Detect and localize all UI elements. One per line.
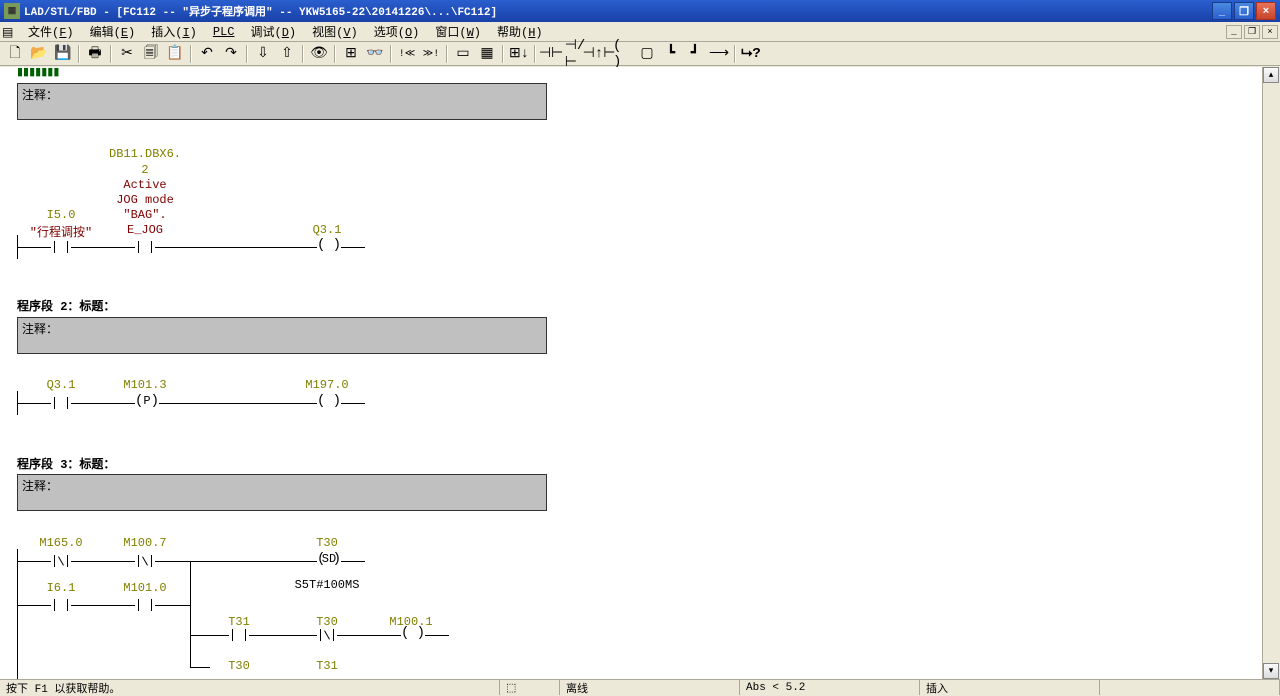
help-pointer-icon[interactable]: ⮡? — [740, 44, 762, 64]
contact-no[interactable] — [135, 239, 155, 255]
network-3-title: 程序段 3：标题： — [17, 455, 115, 472]
addr: "BAG". — [123, 208, 166, 222]
close-button[interactable]: × — [1256, 2, 1276, 20]
branch-close-icon[interactable]: ┛ — [684, 44, 706, 64]
menu-edit[interactable]: 编辑(E) — [82, 21, 144, 42]
addr: 2 — [141, 163, 148, 177]
box-icon[interactable]: ▢ — [636, 44, 658, 64]
insert-network-icon[interactable]: ⊞↓ — [508, 44, 530, 64]
coil[interactable] — [317, 395, 341, 411]
goto2-icon[interactable]: ≫! — [420, 44, 442, 64]
addr: E_JOG — [127, 223, 163, 237]
new-icon[interactable]: 🗋 — [4, 44, 26, 64]
menu-sys-icon[interactable]: ▤ — [2, 25, 16, 39]
status-abs: Abs < 5.2 — [740, 680, 920, 695]
menu-debug[interactable]: 调试(D) — [242, 21, 304, 42]
print-icon[interactable]: 🖶 — [84, 44, 106, 64]
contact-nc[interactable] — [317, 627, 337, 643]
lad-view-icon[interactable]: ▭ — [452, 44, 474, 64]
menubar: ▤ 文件(F) 编辑(E) 插入(I) PLC 调试(D) 视图(V) 选项(O… — [0, 22, 1280, 42]
mdi-minimize[interactable]: _ — [1226, 25, 1242, 39]
vertical-scrollbar[interactable]: ▴ ▾ — [1262, 67, 1280, 679]
cut-icon[interactable]: ✂ — [116, 44, 138, 64]
redo-icon[interactable]: ↷ — [220, 44, 242, 64]
addr: DB11.DBX6. — [109, 147, 181, 161]
menu-plc[interactable]: PLC — [205, 23, 243, 41]
connect-icon[interactable]: ⟶ — [708, 44, 730, 64]
scroll-down-icon[interactable]: ▾ — [1263, 663, 1279, 679]
addr: M101.3 — [123, 378, 166, 392]
network-2-title: 程序段 2：标题： — [17, 297, 115, 314]
monitor-icon[interactable]: 👁 — [308, 44, 330, 64]
coil-icon[interactable]: ( ) — [612, 44, 634, 64]
scroll-up-icon[interactable]: ▴ — [1263, 67, 1279, 83]
contact-nc[interactable] — [51, 553, 71, 569]
contact-no-icon[interactable]: ⊣⊢ — [540, 44, 562, 64]
menu-insert[interactable]: 插入(I) — [143, 21, 205, 42]
open-icon[interactable]: 📂 — [28, 44, 50, 64]
contact-no[interactable] — [135, 597, 155, 613]
toolbar: 🗋 📂 💾 🖶 ✂ 🗐 📋 ↶ ↷ ⇩ ⇧ 👁 ⊞ 👓 !≪ ≫! ▭ ▦ ⊞↓… — [0, 42, 1280, 66]
app-icon: ▦ — [4, 3, 20, 19]
coil-p[interactable]: P — [135, 395, 159, 411]
addr: T30 — [316, 536, 338, 550]
contact-p-icon[interactable]: ⊣↑⊢ — [588, 44, 610, 64]
copy-icon[interactable]: 🗐 — [140, 44, 162, 64]
addr: T31 — [316, 659, 338, 673]
goto-icon[interactable]: !≪ — [396, 44, 418, 64]
addr: T30 — [228, 659, 250, 673]
addr: M197.0 — [305, 378, 348, 392]
status-empty1: ⬚ — [500, 680, 560, 695]
save-icon[interactable]: 💾 — [52, 44, 74, 64]
status-offline: 离线 — [560, 680, 740, 695]
contact-no[interactable] — [51, 395, 71, 411]
glasses-icon[interactable]: 👓 — [364, 44, 386, 64]
status-empty2 — [1100, 680, 1280, 695]
paste-icon[interactable]: 📋 — [164, 44, 186, 64]
maximize-button[interactable]: ❐ — [1234, 2, 1254, 20]
partial-net1-title: ▮▮▮▮▮▮▮ — [17, 67, 59, 79]
menu-file[interactable]: 文件(F) — [20, 21, 82, 42]
addr: M101.0 — [123, 581, 166, 595]
editor-canvas[interactable]: ▮▮▮▮▮▮▮ 注释： DB11.DBX6. 2 Active JOG mode… — [0, 67, 1262, 679]
status-insert: 插入 — [920, 680, 1100, 695]
coil-sd[interactable]: SD — [317, 553, 341, 569]
addr: M100.7 — [123, 536, 166, 550]
branch-open-icon[interactable]: ┗ — [660, 44, 682, 64]
menu-options[interactable]: 选项(O) — [366, 21, 428, 42]
upload-icon[interactable]: ⇧ — [276, 44, 298, 64]
title-text: LAD/STL/FBD - [FC112 -- "异步子程序调用" -- YKW… — [24, 3, 1212, 19]
mdi-close[interactable]: × — [1262, 25, 1278, 39]
contact-no[interactable] — [229, 627, 249, 643]
mdi-restore[interactable]: ❐ — [1244, 25, 1260, 39]
titlebar: ▦ LAD/STL/FBD - [FC112 -- "异步子程序调用" -- Y… — [0, 0, 1280, 22]
contact-no[interactable] — [51, 597, 71, 613]
contact-nc[interactable] — [135, 553, 155, 569]
addr: Q3.1 — [47, 378, 76, 392]
download-icon[interactable]: ⇩ — [252, 44, 274, 64]
addr: I5.0 — [47, 208, 76, 222]
minimize-button[interactable]: _ — [1212, 2, 1232, 20]
menu-view[interactable]: 视图(V) — [304, 21, 366, 42]
comment-box-3[interactable]: 注释： — [17, 474, 547, 511]
addr: M165.0 — [39, 536, 82, 550]
fbd-view-icon[interactable]: ▦ — [476, 44, 498, 64]
coil[interactable] — [401, 627, 425, 643]
menu-help[interactable]: 帮助(H) — [489, 21, 551, 42]
comment-box-1[interactable]: 注释： — [17, 83, 547, 120]
addr: Active — [123, 178, 166, 192]
timer-value: S5T#100MS — [295, 578, 360, 592]
addr: Q3.1 — [313, 223, 342, 237]
addr: "行程调按" — [30, 223, 92, 240]
comment-box-2[interactable]: 注释： — [17, 317, 547, 354]
menu-window[interactable]: 窗口(W) — [427, 21, 489, 42]
network-icon[interactable]: ⊞ — [340, 44, 362, 64]
contact-no[interactable] — [51, 239, 71, 255]
statusbar: 按下 F1 以获取帮助。 ⬚ 离线 Abs < 5.2 插入 — [0, 679, 1280, 695]
undo-icon[interactable]: ↶ — [196, 44, 218, 64]
addr: I6.1 — [47, 581, 76, 595]
coil[interactable] — [317, 239, 341, 255]
status-help: 按下 F1 以获取帮助。 — [0, 680, 500, 695]
addr: JOG mode — [116, 193, 174, 207]
